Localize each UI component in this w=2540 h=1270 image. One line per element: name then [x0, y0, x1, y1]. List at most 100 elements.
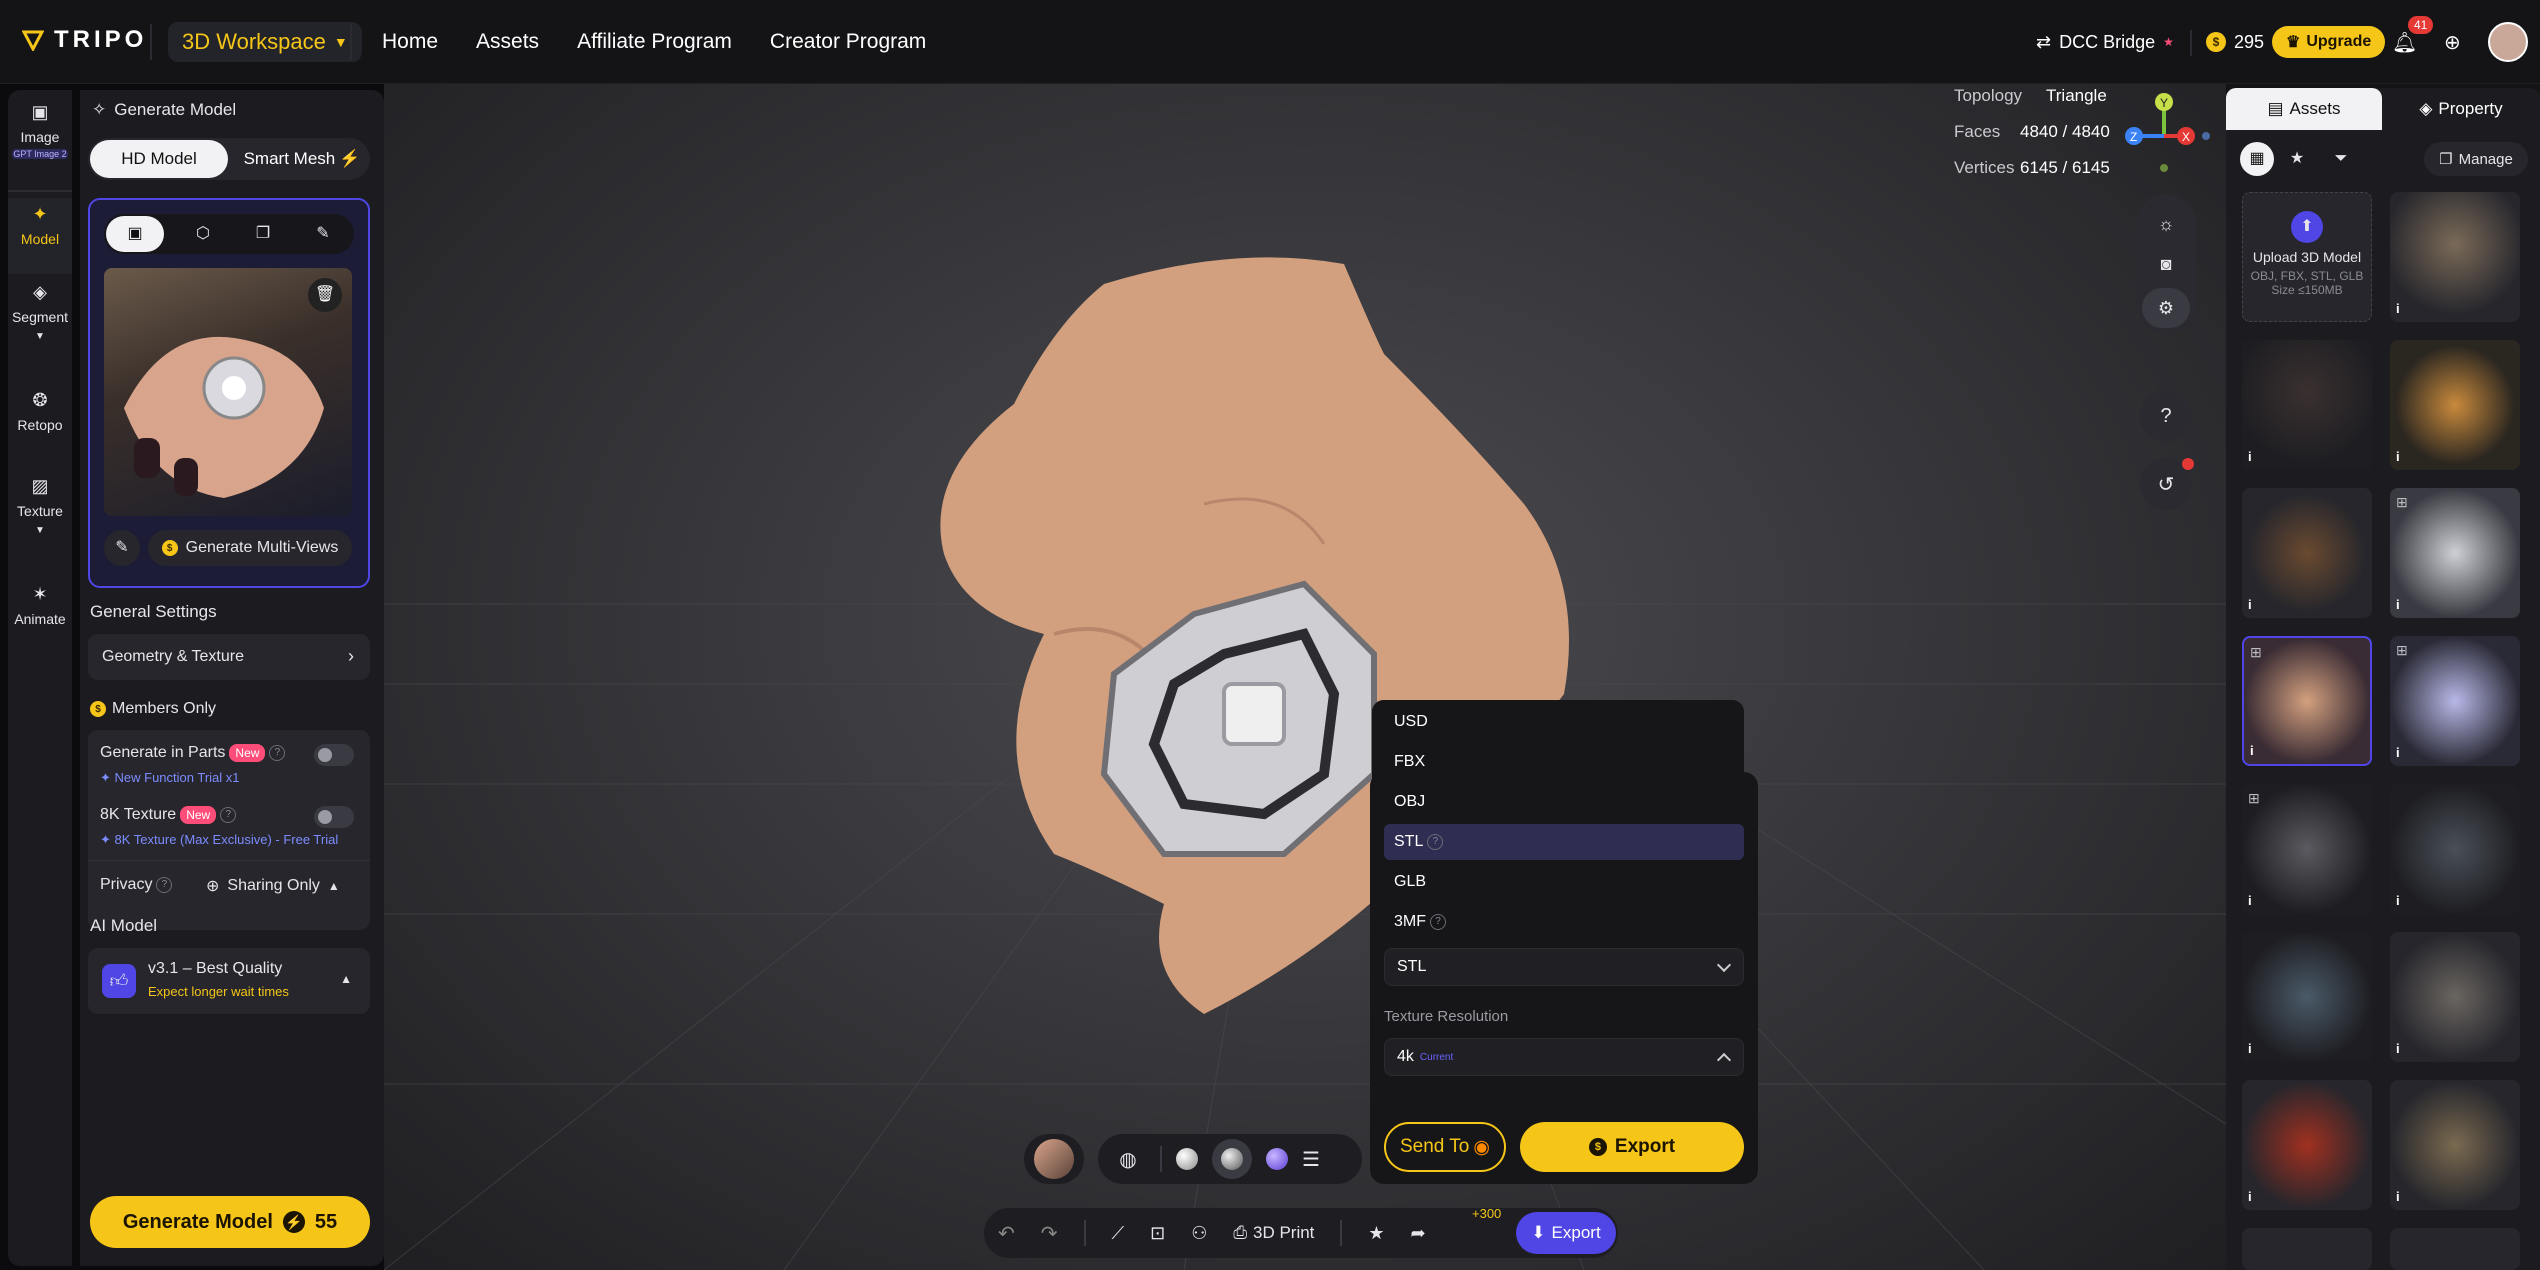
trash-icon[interactable]: 🗑︎ [308, 278, 342, 312]
asset-thumb-ring-selected[interactable]: ⊞ i [2242, 636, 2372, 766]
format-option-glb[interactable]: GLB [1384, 864, 1744, 900]
info-icon[interactable]: i [2396, 449, 2400, 464]
asset-thumb-viking[interactable]: i [2390, 1080, 2520, 1210]
geometry-texture-row[interactable]: Geometry & Texture › [88, 634, 370, 680]
gift-icon[interactable]: ⊡ [1150, 1223, 1165, 1244]
nav-home[interactable]: Home [382, 30, 438, 54]
format-select[interactable]: STL [1384, 948, 1744, 986]
format-option-3mf[interactable]: 3MF? [1384, 904, 1744, 940]
credits-display[interactable]: $ 295 [2206, 22, 2264, 62]
avatar[interactable] [2488, 22, 2528, 62]
send-to-button[interactable]: Send To ◉ [1384, 1122, 1506, 1172]
info-icon[interactable]: i [2248, 1189, 2252, 1204]
pencil-icon[interactable]: ✎ [294, 216, 352, 252]
sharing-dropdown[interactable]: ⊕ Sharing Only ▲ [206, 876, 340, 896]
edit-image-icon[interactable]: ✎ [104, 530, 140, 566]
material-ball-button[interactable] [1024, 1134, 1084, 1184]
format-option-fbx[interactable]: FBX [1384, 744, 1744, 780]
info-icon[interactable]: i [2396, 1041, 2400, 1056]
nav-assets[interactable]: Assets [476, 30, 539, 54]
asset-thumb-partial-2[interactable] [2390, 1228, 2520, 1270]
multi-image-icon[interactable]: ❐ [234, 216, 292, 252]
redo-icon[interactable]: ↷ [1041, 1221, 1058, 1246]
tab-smart-mesh[interactable]: Smart Mesh ⚡ [236, 140, 368, 178]
info-icon[interactable]: i [2396, 597, 2400, 612]
info-icon[interactable]: i [2396, 1189, 2400, 1204]
help-icon[interactable]: ? [220, 807, 237, 823]
tex8k-toggle[interactable] [314, 806, 354, 828]
info-icon[interactable]: i [2396, 301, 2400, 316]
upgrade-button[interactable]: ♛ Upgrade [2272, 26, 2386, 58]
help-icon[interactable]: ? [1427, 834, 1444, 850]
info-icon[interactable]: i [2248, 449, 2252, 464]
asset-thumb-chest[interactable]: i [2242, 488, 2372, 618]
tripo-logo[interactable]: TRIPO [22, 26, 147, 54]
generate-model-button[interactable]: Generate Model ⚡ 55 [90, 1196, 370, 1248]
nav-creator[interactable]: Creator Program [770, 30, 926, 54]
axis-gizmo[interactable]: Y Z X [2120, 88, 2210, 178]
asset-thumb-machine[interactable]: i [2390, 932, 2520, 1062]
rail-image[interactable]: ▣ Image GPT Image 2 [8, 102, 72, 159]
share-icon[interactable]: ➦ [1411, 1223, 1426, 1244]
solid-shading-icon[interactable] [1176, 1148, 1198, 1170]
image-input-icon[interactable]: ▣ [106, 216, 164, 252]
language-button[interactable]: ⊕ [2444, 22, 2461, 62]
format-option-usd[interactable]: USD [1384, 704, 1744, 740]
workspace-dropdown[interactable]: 3D Workspace ▼ [168, 22, 362, 62]
rail-animate[interactable]: ✶ Animate [8, 584, 72, 627]
asset-thumb-armored-figure[interactable]: ⊞ i [2242, 784, 2372, 914]
asset-thumb-warrior[interactable]: i [2390, 192, 2520, 322]
asset-thumb-knight[interactable]: i [2242, 340, 2372, 470]
textured-mode-button[interactable] [1212, 1139, 1252, 1179]
settings-sliders-icon[interactable]: ☰ [1302, 1147, 1320, 1172]
asset-thumb-torii-gate[interactable]: i [2242, 1080, 2372, 1210]
nav-affiliate[interactable]: Affiliate Program [577, 30, 732, 54]
manage-button[interactable]: ❐ Manage [2424, 142, 2528, 176]
asset-thumb-stand[interactable]: ⊞ i [2390, 488, 2520, 618]
format-option-stl[interactable]: STL? [1384, 824, 1744, 860]
3d-print-button[interactable]: ⎙ 3D Print [1233, 1223, 1314, 1243]
asset-thumb-monitor[interactable]: ⊞ i [2390, 636, 2520, 766]
info-icon[interactable]: i [2248, 1041, 2252, 1056]
tab-assets[interactable]: ▤ Assets [2226, 88, 2382, 130]
asset-thumb-blade-figure[interactable]: i [2242, 932, 2372, 1062]
camera-icon[interactable]: ◙ [2136, 242, 2196, 286]
asset-thumb-burger[interactable]: i [2390, 340, 2520, 470]
tab-property[interactable]: ◈ Property [2382, 88, 2540, 130]
tab-hd-model[interactable]: HD Model [90, 140, 228, 178]
rail-model[interactable]: ✦ Model [8, 198, 72, 274]
rail-texture[interactable]: ▨ Texture ▼ [8, 476, 72, 536]
grid-view-icon[interactable]: ▦ [2240, 142, 2274, 176]
help-icon[interactable]: ? [269, 745, 286, 761]
rail-retopo[interactable]: ❂ Retopo [8, 390, 72, 433]
adjust-icon[interactable]: ⚙ [2142, 288, 2190, 328]
asset-thumb-partial-1[interactable] [2242, 1228, 2372, 1270]
light-icon[interactable]: ☼ [2136, 202, 2196, 246]
favorite-star-icon[interactable]: ★ [1368, 1223, 1384, 1244]
help-icon[interactable]: ? [156, 877, 173, 893]
rail-segment[interactable]: ◈ Segment ▼ [8, 282, 72, 342]
wireframe-icon[interactable]: ◍ [1110, 1147, 1146, 1172]
info-icon[interactable]: i [2248, 893, 2252, 908]
remesh-icon[interactable]: ⟋ [1112, 1223, 1125, 1244]
generate-multi-views-button[interactable]: $ Generate Multi-Views [148, 530, 352, 566]
info-icon[interactable]: i [2396, 745, 2400, 760]
upload-3d-model-card[interactable]: ⬆ Upload 3D Model OBJ, FBX, STL, GLB Siz… [2242, 192, 2372, 322]
toolbar-export-button[interactable]: ⬇ Export [1516, 1212, 1616, 1254]
texture-resolution-select[interactable]: 4k Current [1384, 1038, 1744, 1076]
export-button[interactable]: $ Export [1520, 1122, 1744, 1172]
ai-model-selector[interactable]: 👍︎ v3.1 – Best Quality Expect longer wai… [88, 948, 370, 1014]
info-icon[interactable]: i [2248, 597, 2252, 612]
cube-icon[interactable]: ⬡ [174, 216, 232, 252]
rig-icon[interactable]: ⚇ [1191, 1223, 1207, 1244]
info-icon[interactable]: i [2250, 743, 2254, 758]
format-option-obj[interactable]: OBJ [1384, 784, 1744, 820]
undo-icon[interactable]: ↶ [998, 1221, 1015, 1246]
pbr-sphere-icon[interactable] [1266, 1148, 1288, 1170]
gen-parts-toggle[interactable] [314, 744, 354, 766]
3d-viewport[interactable]: Topology Triangle Faces 4840 / 4840 Vertic… [384, 84, 2226, 1270]
info-icon[interactable]: i [2396, 893, 2400, 908]
filter-icon[interactable]: ⏷ [2324, 142, 2358, 176]
star-filter-icon[interactable]: ★ [2280, 142, 2314, 176]
dcc-bridge-button[interactable]: ⇄ DCC Bridge ★ [2036, 22, 2174, 62]
